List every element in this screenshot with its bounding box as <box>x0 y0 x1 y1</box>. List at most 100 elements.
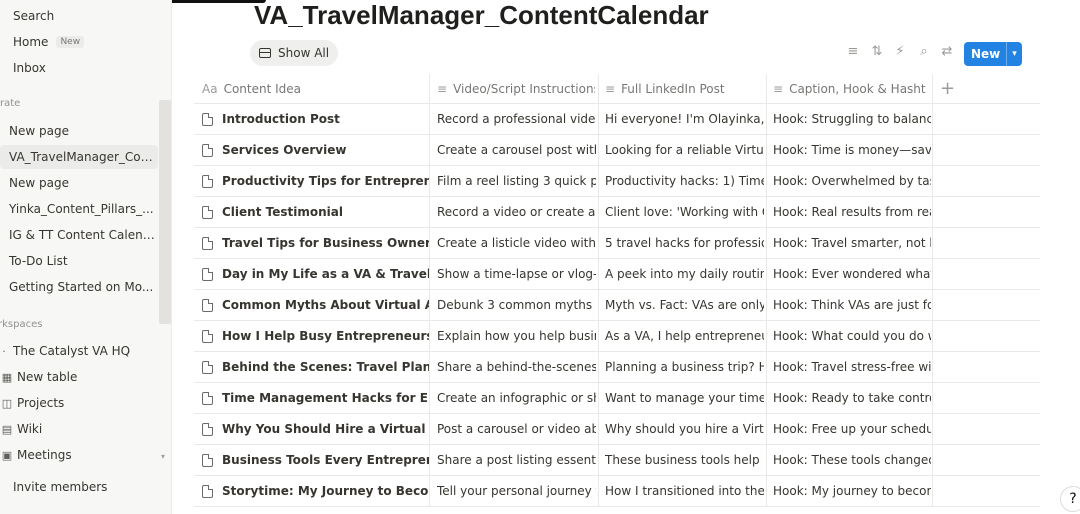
table-cell[interactable]: Hook: Overwhelmed by tasks? l <box>773 166 931 196</box>
table-row[interactable]: Day in My Life as a VA & Travel Manage Sh… <box>194 259 1040 290</box>
workspace-item[interactable]: ▤ Wiki <box>0 417 158 441</box>
cell-text: Behind the Scenes: Travel Planning Pro <box>222 360 429 374</box>
table-cell[interactable]: Hook: Time is money—save bo <box>773 135 931 165</box>
table-cell[interactable]: Hook: What could you do with <box>773 321 931 351</box>
table-cell[interactable]: Create an infographic or short <box>437 383 596 413</box>
row-title-cell[interactable]: Day in My Life as a VA & Travel Manage <box>202 259 429 289</box>
table-row[interactable]: Storytime: My Journey to Becoming a V Tel… <box>194 476 1040 507</box>
column-header-content-idea[interactable]: Aa Content Idea <box>202 74 424 104</box>
cell-text: A peek into my daily routine as <box>605 267 764 281</box>
table-cell[interactable]: Record a professional video int <box>437 104 596 134</box>
table-cell[interactable]: Looking for a reliable Virtual As <box>605 135 764 165</box>
table-cell[interactable]: Hook: Think VAs are just for CE <box>773 290 931 320</box>
table-cell[interactable]: Hook: Free up your schedule wi <box>773 414 931 444</box>
invite-members-button[interactable]: Invite members <box>0 475 158 499</box>
table-cell[interactable]: Productivity hacks: 1) Time-bloc <box>605 166 764 196</box>
sidebar-page-item[interactable]: IG & TT Content Calend... <box>0 223 158 247</box>
table-cell[interactable]: Share a post listing essential bu <box>437 445 596 475</box>
table-row[interactable]: Common Myths About Virtual Assistant Debu… <box>194 290 1040 321</box>
row-title-cell[interactable]: How I Help Busy Entrepreneurs Save Ti <box>202 321 429 351</box>
row-title-cell[interactable]: Travel Tips for Business Owners <box>202 228 429 258</box>
sidebar-home[interactable]: Home New <box>0 30 158 54</box>
row-title-cell[interactable]: Behind the Scenes: Travel Planning Pro <box>202 352 429 382</box>
sidebar-page-item[interactable]: New page <box>0 119 158 143</box>
workspace-item[interactable]: ▦ New table <box>0 365 158 389</box>
table-cell[interactable]: Create a listicle video with 5 tra <box>437 228 596 258</box>
table-cell[interactable]: These business tools help me st <box>605 445 764 475</box>
table-row[interactable]: How I Help Busy Entrepreneurs Save Ti Exp… <box>194 321 1040 352</box>
sidebar-scrollbar[interactable] <box>159 100 171 324</box>
table-cell[interactable]: Want to manage your time bett <box>605 383 764 413</box>
table-cell[interactable]: Create a carousel post with slid <box>437 135 596 165</box>
column-header-linkedin-post[interactable]: ≡ Full LinkedIn Post <box>605 74 763 104</box>
view-tab-show-all[interactable]: Show All <box>250 40 339 66</box>
automation-icon[interactable]: ⚡ <box>892 44 908 59</box>
table-cell[interactable]: 5 travel hacks for professionals: <box>605 228 764 258</box>
table-row[interactable]: Behind the Scenes: Travel Planning Pro Sh… <box>194 352 1040 383</box>
sidebar-page-item[interactable]: Getting Started on Mo... <box>0 275 158 299</box>
table-row[interactable]: Time Management Hacks for Entrepren Creat… <box>194 383 1040 414</box>
table-cell[interactable]: Debunk 3 common myths abou <box>437 290 596 320</box>
table-cell[interactable]: Post a carousel or video about <box>437 414 596 444</box>
table-cell[interactable]: Hook: Travel smarter, not harde <box>773 228 931 258</box>
settings-icon[interactable]: ⇄ <box>939 44 955 59</box>
row-title-cell[interactable]: Client Testimonial <box>202 197 429 227</box>
sidebar-search[interactable]: Search <box>0 4 158 28</box>
table-cell[interactable]: Hook: Travel stress-free with th <box>773 352 931 382</box>
sidebar-page-item[interactable]: Yinka_Content_Pillars_... <box>0 197 158 221</box>
row-title-cell[interactable]: Storytime: My Journey to Becoming a V <box>202 476 429 506</box>
sidebar-page-item[interactable]: New page <box>0 171 158 195</box>
table-cell[interactable]: Explain how you help business <box>437 321 596 351</box>
table-cell[interactable]: Hook: Real results from real clie <box>773 197 931 227</box>
workspace-item[interactable]: ◫ Projects <box>0 391 158 415</box>
column-divider <box>932 166 933 196</box>
chevron-down-icon[interactable]: ▾ <box>1006 42 1022 66</box>
table-cell[interactable]: Hook: Ready to take control of <box>773 383 931 413</box>
table-cell[interactable]: Hook: Struggling to balance wo <box>773 104 931 134</box>
table-row[interactable]: Why You Should Hire a Virtual Assistan Po… <box>194 414 1040 445</box>
sidebar-inbox[interactable]: Inbox <box>0 56 158 80</box>
row-title-cell[interactable]: Why You Should Hire a Virtual Assistan <box>202 414 429 444</box>
column-header-caption-hook[interactable]: ≡ Caption, Hook & Hasht... <box>773 74 927 104</box>
row-title-cell[interactable]: Services Overview <box>202 135 429 165</box>
add-column-plus-icon[interactable]: + <box>940 78 955 99</box>
row-title-cell[interactable]: Common Myths About Virtual Assistant <box>202 290 429 320</box>
table-cell[interactable]: Hook: Ever wondered what a Vi <box>773 259 931 289</box>
filter-icon[interactable]: ≡ <box>845 44 861 59</box>
table-cell[interactable]: Hook: My journey to becoming <box>773 476 931 506</box>
table-row[interactable]: Business Tools Every Entrepreneur Need Sh… <box>194 445 1040 476</box>
table-cell[interactable]: How I transitioned into the VA <box>605 476 764 506</box>
row-title-cell[interactable]: Business Tools Every Entrepreneur Need <box>202 445 429 475</box>
workspace-name[interactable]: · The Catalyst VA HQ <box>0 339 158 363</box>
sidebar-page-item[interactable]: VA_TravelManager_Con... <box>0 145 158 169</box>
row-title-cell[interactable]: Time Management Hacks for Entrepren <box>202 383 429 413</box>
table-cell[interactable]: Record a video or create a testi <box>437 197 596 227</box>
table-cell[interactable]: As a VA, I help entrepreneurs sa <box>605 321 764 351</box>
table-cell[interactable]: A peek into my daily routine as <box>605 259 764 289</box>
table-row[interactable]: Productivity Tips for Entrepreneurs Film … <box>194 166 1040 197</box>
column-header-video-script[interactable]: ≡ Video/Script Instructions <box>437 74 595 104</box>
help-button[interactable]: ? <box>1060 486 1080 512</box>
sort-icon[interactable]: ⇅ <box>869 44 885 59</box>
table-row[interactable]: Services Overview Create a carousel post … <box>194 135 1040 166</box>
table-cell[interactable]: Hi everyone! I'm Olayinka, a de <box>605 104 764 134</box>
row-title-cell[interactable]: Productivity Tips for Entrepreneurs <box>202 166 429 196</box>
table-cell[interactable]: Film a reel listing 3 quick produ <box>437 166 596 196</box>
table-row[interactable]: Client Testimonial Record a video or crea… <box>194 197 1040 228</box>
table-cell[interactable]: Tell your personal journey to be <box>437 476 596 506</box>
table-cell[interactable]: Myth vs. Fact: VAs are only for b <box>605 290 764 320</box>
table-cell[interactable]: Client love: 'Working with Olayi <box>605 197 764 227</box>
sidebar-page-item[interactable]: To-Do List <box>0 249 158 273</box>
table-cell[interactable]: Why should you hire a Virtual A <box>605 414 764 444</box>
table-cell[interactable]: Show a time-lapse or vlog-style <box>437 259 596 289</box>
table-cell[interactable]: Share a behind-the-scenes look <box>437 352 596 382</box>
scroll-down-arrow-icon[interactable]: ▾ <box>161 452 165 461</box>
table-cell[interactable]: Planning a business trip? Here's <box>605 352 764 382</box>
table-cell[interactable]: Hook: These tools changed my <box>773 445 931 475</box>
row-title-cell[interactable]: Introduction Post <box>202 104 429 134</box>
table-row[interactable]: Introduction Post Record a professional v… <box>194 104 1040 135</box>
workspace-item[interactable]: ▣ Meetings <box>0 443 158 467</box>
search-icon[interactable]: ⌕ <box>916 44 932 59</box>
table-row[interactable]: Travel Tips for Business Owners Create a … <box>194 228 1040 259</box>
new-button[interactable]: New ▾ <box>964 42 1022 66</box>
